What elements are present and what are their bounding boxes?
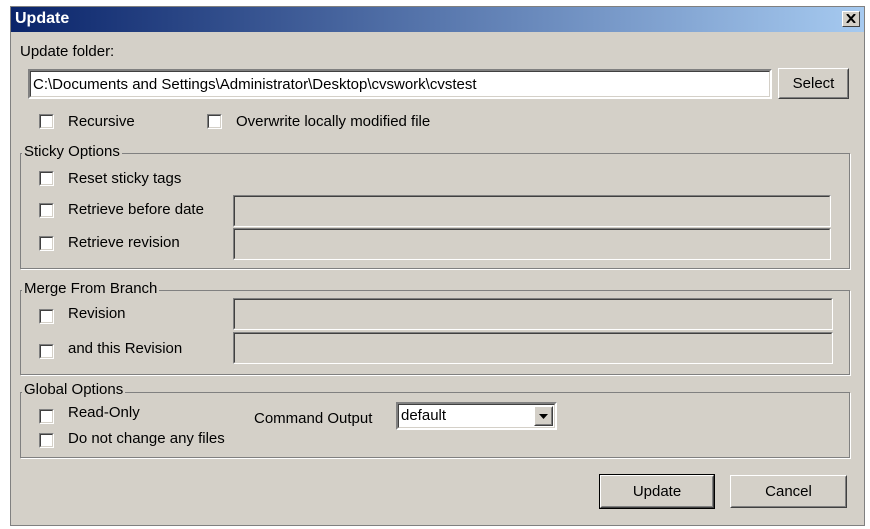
- recursive-checkbox[interactable]: [39, 114, 54, 129]
- merge-branch-legend: Merge From Branch: [22, 280, 160, 297]
- sticky-options-legend: Sticky Options: [22, 143, 122, 160]
- update-folder-path: C:\Documents and Settings\Administrator\…: [33, 76, 477, 93]
- merge-revision-input[interactable]: [233, 298, 833, 330]
- retrieve-revision-input[interactable]: [233, 228, 831, 260]
- global-options-legend: Global Options: [22, 381, 126, 398]
- retrieve-revision-checkbox[interactable]: [39, 236, 54, 251]
- command-output-dropdown-button[interactable]: [534, 406, 553, 426]
- read-only-label: Read-Only: [68, 404, 140, 421]
- cancel-button[interactable]: Cancel: [730, 475, 847, 508]
- reset-sticky-checkbox[interactable]: [39, 171, 54, 186]
- command-output-label: Command Output: [254, 410, 373, 427]
- dialog-title: Update: [15, 10, 70, 27]
- merge-revision-label: Revision: [68, 305, 126, 322]
- reset-sticky-label: Reset sticky tags: [68, 170, 182, 187]
- recursive-label: Recursive: [68, 113, 135, 130]
- retrieve-date-input[interactable]: [233, 195, 831, 227]
- close-button[interactable]: [842, 11, 860, 27]
- command-output-value: default: [401, 407, 447, 424]
- update-folder-input[interactable]: C:\Documents and Settings\Administrator\…: [28, 69, 772, 99]
- update-folder-label: Update folder:: [20, 43, 115, 60]
- command-output-select[interactable]: default: [396, 402, 557, 430]
- update-dialog: Update Update folder: C:\Documents and S…: [10, 6, 865, 526]
- overwrite-label: Overwrite locally modified file: [236, 113, 431, 130]
- retrieve-date-checkbox[interactable]: [39, 203, 54, 218]
- merge-and-revision-input[interactable]: [233, 332, 833, 364]
- update-button[interactable]: Update: [599, 474, 715, 509]
- read-only-checkbox[interactable]: [39, 409, 54, 424]
- no-change-checkbox[interactable]: [39, 433, 54, 448]
- merge-revision-checkbox[interactable]: [39, 309, 54, 324]
- overwrite-checkbox[interactable]: [207, 114, 222, 129]
- title-bar[interactable]: Update: [11, 7, 864, 32]
- retrieve-date-label: Retrieve before date: [68, 201, 204, 218]
- merge-and-revision-label: and this Revision: [68, 340, 183, 357]
- merge-and-revision-checkbox[interactable]: [39, 344, 54, 359]
- close-icon: [846, 14, 856, 23]
- no-change-label: Do not change any files: [68, 430, 225, 447]
- select-button[interactable]: Select: [778, 68, 849, 99]
- retrieve-revision-label: Retrieve revision: [68, 234, 180, 251]
- chevron-down-icon: [539, 414, 548, 419]
